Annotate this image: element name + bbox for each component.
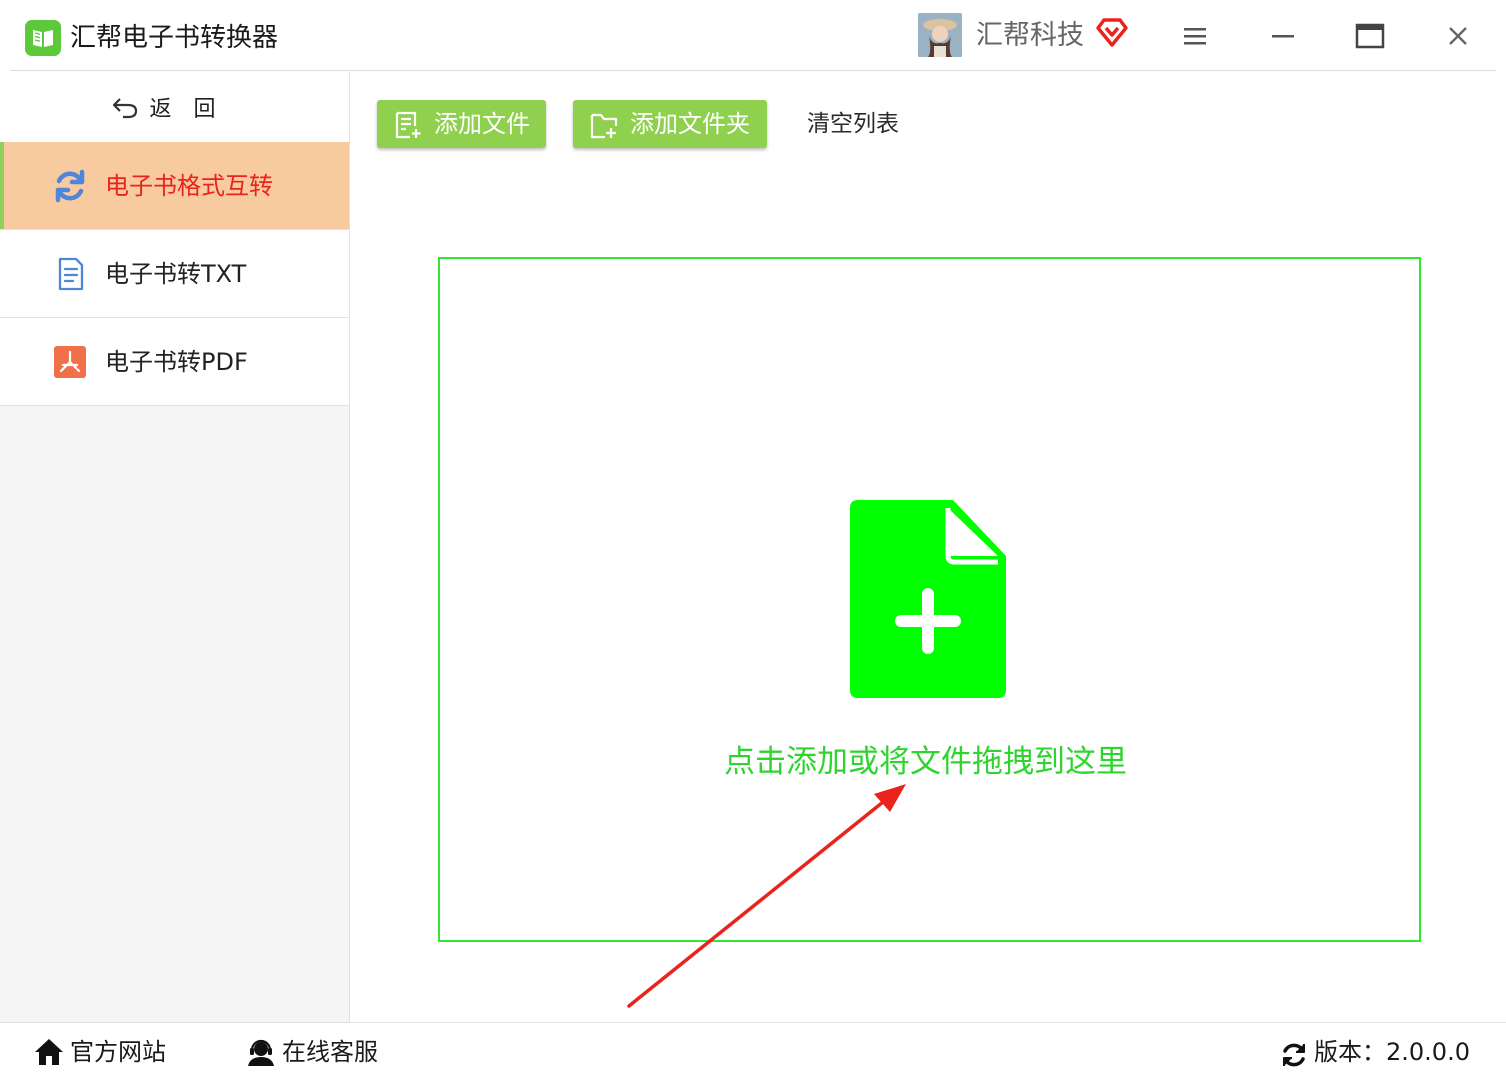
app-window: 汇帮电子书转换器 汇帮科技 返回 电子书格式互转 电子书转TXT 电子书转PDF… — [0, 0, 1506, 1080]
close-icon[interactable] — [1436, 14, 1480, 58]
sidebar-item-label: 电子书转TXT — [105, 260, 247, 288]
menu-icon[interactable] — [1173, 14, 1217, 58]
add-file-button[interactable]: 添加文件 — [377, 100, 546, 148]
refresh-icon — [52, 168, 88, 204]
file-plus-icon[interactable] — [848, 498, 1008, 700]
footer-bar: 官方网站 在线客服 版本：2.0.0.0 — [0, 1022, 1506, 1080]
company-name: 汇帮科技 — [976, 20, 1084, 51]
add-folder-label: 添加文件夹 — [630, 110, 750, 138]
folder-add-icon — [590, 111, 620, 139]
app-title: 汇帮电子书转换器 — [70, 23, 279, 53]
title-bar: 汇帮电子书转换器 汇帮科技 — [0, 0, 1506, 72]
sidebar-item-format-convert[interactable]: 电子书格式互转 — [0, 142, 349, 230]
version-label: 版本：2.0.0.0 — [1314, 1038, 1470, 1066]
add-file-label: 添加文件 — [434, 110, 530, 138]
document-icon — [52, 256, 88, 292]
online-support-link[interactable]: 在线客服 — [246, 1035, 386, 1069]
add-folder-button[interactable]: 添加文件夹 — [573, 100, 767, 148]
clear-list-button[interactable]: 清空列表 — [807, 106, 899, 142]
back-button[interactable]: 返回 — [0, 72, 349, 143]
undo-arrow-icon — [113, 98, 138, 119]
refresh-icon — [1280, 1041, 1308, 1069]
drop-zone-prompt: 点击添加或将文件拖拽到这里 — [724, 744, 1127, 780]
title-divider — [10, 70, 1496, 71]
diamond-icon[interactable] — [1095, 16, 1129, 48]
user-avatar[interactable] — [918, 13, 962, 57]
pdf-icon — [52, 344, 88, 380]
official-website-label: 官方网站 — [70, 1038, 166, 1066]
back-label: 返回 — [149, 97, 238, 122]
sidebar-item-to-pdf[interactable]: 电子书转PDF — [0, 318, 349, 406]
sidebar-item-label: 电子书格式互转 — [105, 172, 273, 200]
home-icon — [34, 1037, 64, 1067]
online-support-label: 在线客服 — [282, 1038, 378, 1066]
official-website-link[interactable]: 官方网站 — [34, 1035, 174, 1069]
sidebar-item-to-txt[interactable]: 电子书转TXT — [0, 230, 349, 318]
app-logo-icon — [25, 20, 61, 56]
headset-user-icon — [246, 1037, 276, 1067]
file-add-icon — [394, 111, 424, 139]
sidebar: 返回 电子书格式互转 电子书转TXT 电子书转PDF — [0, 72, 350, 1022]
sidebar-item-label: 电子书转PDF — [105, 348, 248, 376]
maximize-icon[interactable] — [1348, 14, 1392, 58]
minimize-icon[interactable] — [1261, 14, 1305, 58]
